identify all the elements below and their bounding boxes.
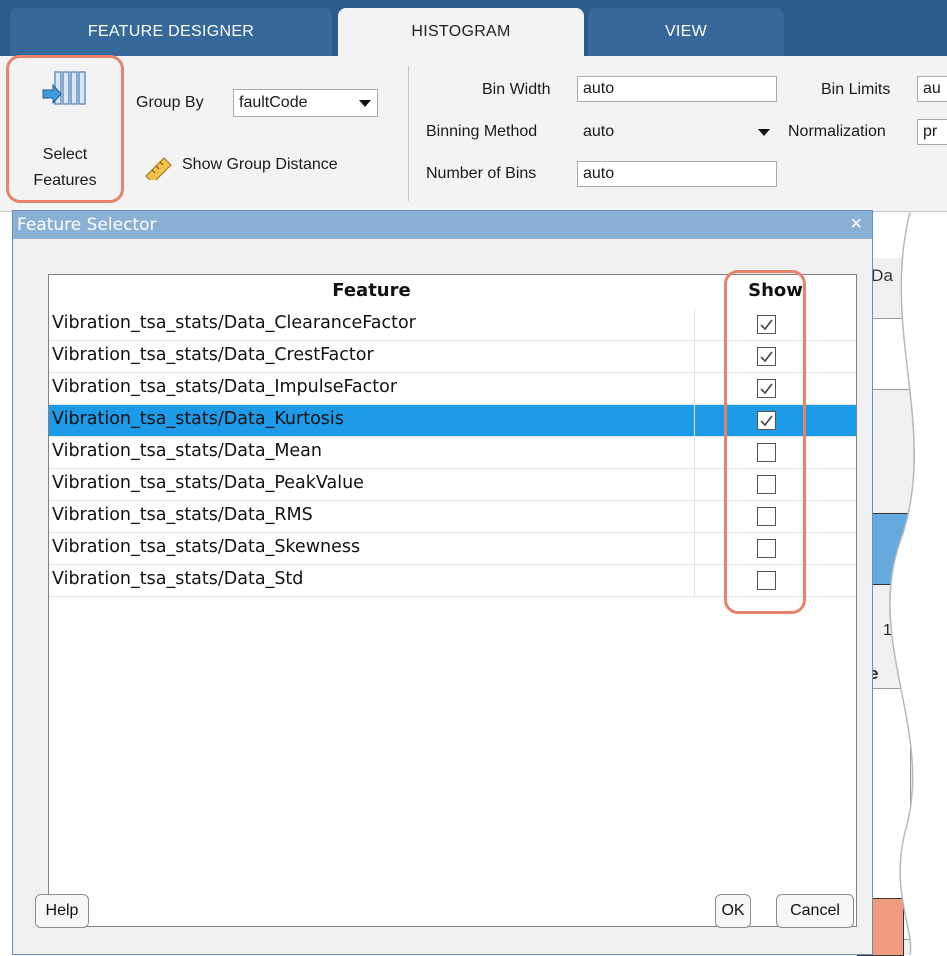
ok-button[interactable]: OK	[715, 894, 751, 928]
dialog-title-bar[interactable]: Feature Selector ×	[13, 211, 872, 239]
torn-edge-decoration	[889, 212, 947, 955]
number-of-bins-label: Number of Bins	[426, 165, 537, 182]
column-divider	[694, 501, 695, 532]
number-of-bins-field[interactable]: auto	[577, 161, 777, 187]
group-by-value: faultCode	[239, 94, 308, 111]
tab-histogram[interactable]: HISTOGRAM	[338, 8, 584, 56]
show-column-highlight	[724, 270, 806, 614]
tab-strip: FEATURE DESIGNER HISTOGRAM VIEW	[0, 0, 947, 56]
select-features-label-line1: Select	[42, 146, 88, 163]
show-group-distance-label: Show Group Distance	[182, 156, 338, 173]
tab-label: VIEW	[664, 23, 708, 40]
normalization-value: pr	[923, 123, 938, 140]
tab-label: FEATURE DESIGNER	[87, 23, 255, 40]
ruler-icon	[145, 157, 172, 180]
feature-name: Vibration_tsa_stats/Data_Std	[52, 569, 304, 589]
help-button[interactable]: Help	[35, 894, 89, 928]
column-divider	[694, 373, 695, 404]
bin-limits-field[interactable]: au	[917, 76, 947, 102]
feature-name: Vibration_tsa_stats/Data_CrestFactor	[52, 345, 374, 365]
group-by-dropdown[interactable]: faultCode	[233, 89, 378, 117]
feature-name: Vibration_tsa_stats/Data_PeakValue	[52, 473, 364, 493]
column-divider	[694, 309, 695, 340]
toolstrip: Group By faultCode Show Group Distance B…	[0, 56, 947, 212]
cancel-button[interactable]: Cancel	[776, 894, 854, 928]
feature-name: Vibration_tsa_stats/Data_RMS	[52, 505, 313, 525]
feature-name: Vibration_tsa_stats/Data_ClearanceFactor	[52, 313, 416, 333]
feature-name: Vibration_tsa_stats/Data_Mean	[52, 441, 322, 461]
show-group-distance-button[interactable]: Show Group Distance	[144, 152, 402, 180]
column-divider	[694, 469, 695, 500]
bin-limits-label: Bin Limits	[821, 81, 891, 98]
help-button-label: Help	[45, 902, 79, 919]
select-features-button[interactable]: Select Features	[6, 55, 124, 203]
chevron-down-icon	[359, 100, 371, 107]
binning-method-dropdown[interactable]: auto	[577, 118, 777, 146]
binning-method-label: Binning Method	[426, 123, 538, 140]
tab-feature-designer[interactable]: FEATURE DESIGNER	[10, 8, 332, 56]
column-divider	[694, 405, 695, 436]
feature-name: Vibration_tsa_stats/Data_ImpulseFactor	[52, 377, 398, 397]
feature-name: Vibration_tsa_stats/Data_Skewness	[52, 537, 361, 557]
number-of-bins-value: auto	[583, 165, 615, 182]
column-divider	[694, 533, 695, 564]
group-by-label: Group By	[136, 94, 204, 111]
ok-button-label: OK	[721, 902, 745, 919]
dialog-title: Feature Selector	[17, 215, 157, 235]
bin-width-value: auto	[583, 80, 615, 97]
tab-view[interactable]: VIEW	[588, 8, 784, 56]
column-header-feature[interactable]: Feature	[49, 275, 694, 305]
binning-method-value: auto	[583, 123, 615, 140]
column-divider	[694, 437, 695, 468]
column-divider	[694, 341, 695, 372]
toolstrip-separator	[408, 66, 409, 201]
chevron-down-icon	[758, 129, 770, 136]
select-features-icon	[42, 71, 86, 105]
cancel-button-label: Cancel	[790, 902, 840, 919]
bin-width-field[interactable]: auto	[577, 76, 777, 102]
normalization-dropdown[interactable]: pr	[917, 119, 947, 145]
tab-label: HISTOGRAM	[411, 23, 511, 40]
bin-width-label: Bin Width	[482, 81, 551, 98]
column-divider	[694, 565, 695, 596]
close-icon[interactable]: ×	[850, 213, 862, 236]
bin-limits-value: au	[923, 80, 941, 97]
feature-name: Vibration_tsa_stats/Data_Kurtosis	[52, 409, 344, 429]
select-features-label-line2: Features	[33, 172, 97, 189]
normalization-label: Normalization	[788, 123, 886, 140]
